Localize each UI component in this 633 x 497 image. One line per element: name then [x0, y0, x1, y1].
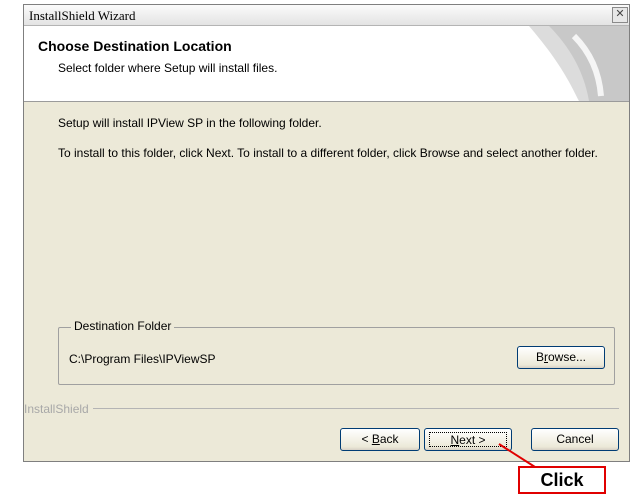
title-bar[interactable]: InstallShield Wizard ✕ [24, 5, 629, 26]
cancel-button[interactable]: Cancel [531, 428, 619, 451]
install-info-text: Setup will install IPView SP in the foll… [58, 116, 322, 130]
window-title: InstallShield Wizard [29, 8, 136, 23]
next-button[interactable]: Next > [424, 428, 512, 451]
close-icon[interactable]: ✕ [612, 7, 628, 23]
destination-folder-legend: Destination Folder [71, 319, 175, 333]
installshield-wizard-window: InstallShield Wizard ✕ Choose Destinatio… [23, 4, 630, 462]
installshield-brand-text: InstallShield [24, 402, 93, 416]
install-instructions-text: To install to this folder, click Next. T… [58, 146, 598, 160]
page-title: Choose Destination Location [38, 38, 232, 54]
installshield-brand-divider: InstallShield [24, 402, 619, 416]
back-button[interactable]: < Back [340, 428, 420, 451]
next-button-focus: Next > [429, 432, 507, 447]
browse-button[interactable]: Browse... [517, 346, 605, 369]
wizard-header: Choose Destination Location Select folde… [24, 26, 629, 102]
brand-rule [86, 408, 619, 409]
page-subtitle: Select folder where Setup will install f… [58, 61, 278, 75]
click-callout: Click [518, 466, 606, 494]
destination-folder-group: Destination Folder C:\Program Files\IPVi… [58, 319, 615, 385]
destination-folder-path: C:\Program Files\IPViewSP [69, 352, 216, 366]
installshield-graphic-icon [529, 26, 629, 101]
